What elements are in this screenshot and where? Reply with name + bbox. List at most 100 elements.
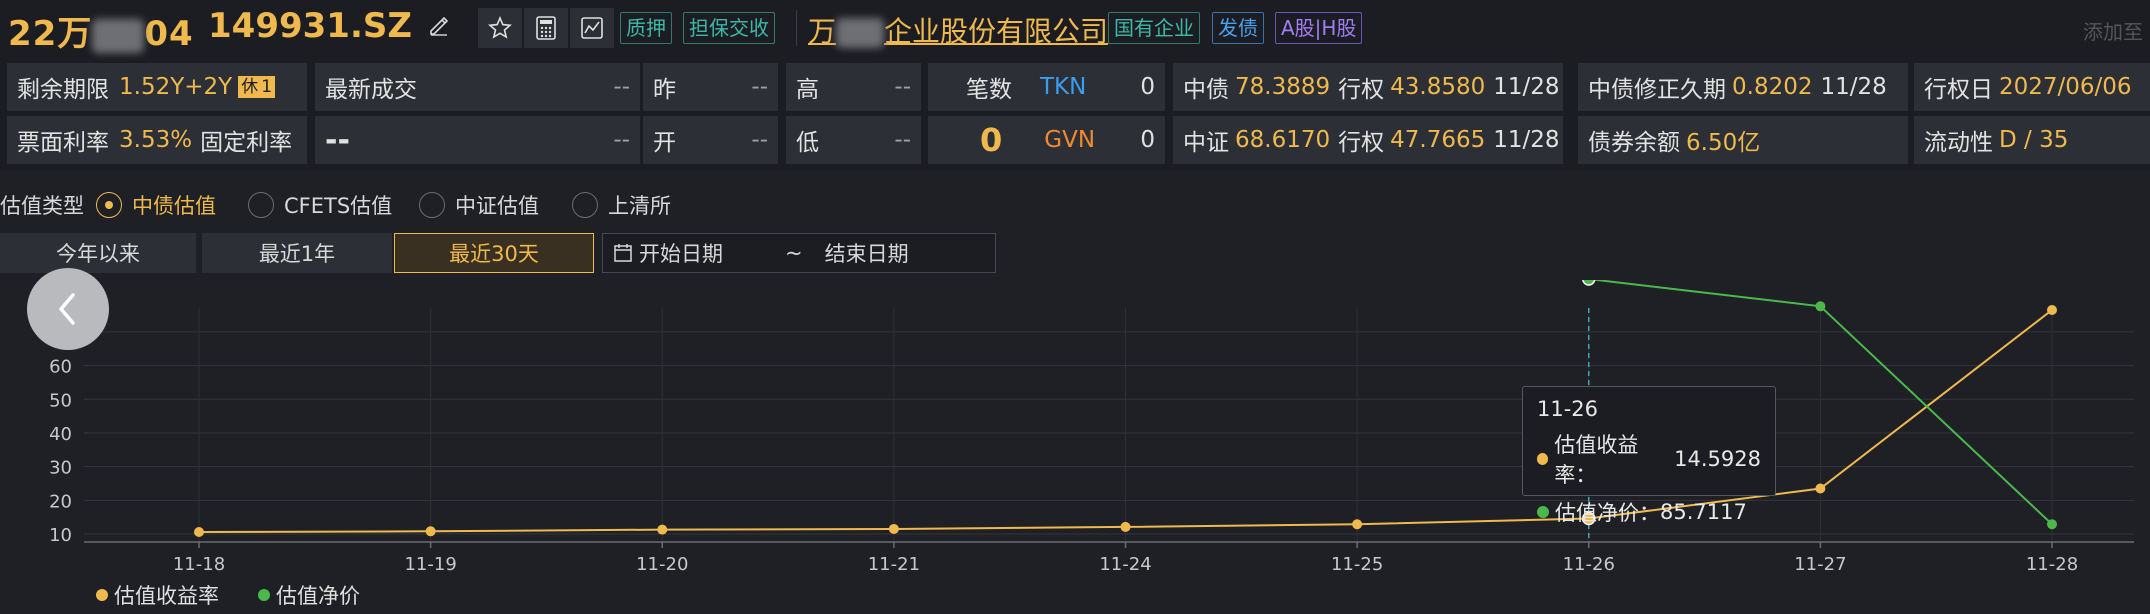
- bond-code: 22万 04: [8, 6, 194, 55]
- radio-shclearing-label: 上清所: [608, 194, 671, 218]
- tooltip-price-value: 85.7117: [1660, 500, 1747, 524]
- chinabond-label: 中债: [1183, 77, 1229, 103]
- tag-a-h-share: A股|H股: [1275, 12, 1363, 44]
- balance-label: 债券余额: [1588, 130, 1680, 156]
- series-point-0: [888, 523, 899, 534]
- last-change-value: --: [613, 127, 630, 153]
- top-bar: 22万 04 149931.SZ 质押 担保交收 万 企业股份有限公司 国有企业 发…: [0, 0, 2150, 54]
- remaining-term-label: 剩余期限: [17, 77, 109, 103]
- csi-value: 68.6170: [1235, 127, 1331, 153]
- company-name-suffix: 企业股份有限公司: [884, 15, 1109, 48]
- radio-empty-icon: [572, 192, 598, 218]
- legend-yield[interactable]: 估值收益率: [96, 580, 219, 610]
- csi-exercise-value: 47.7665: [1390, 127, 1486, 153]
- tooltip-date: 11-26: [1537, 397, 1599, 421]
- yield-dot-icon: [1537, 453, 1549, 465]
- series-point-0: [1815, 483, 1826, 494]
- date-separator: ~: [785, 241, 803, 265]
- range-1y-button[interactable]: 最近1年: [202, 233, 392, 273]
- tag-pledge: 质押: [620, 12, 672, 44]
- favorite-star-icon[interactable]: [478, 8, 522, 48]
- chinabond-valuation-cell: 中债 78.3889 行权 43.8580 11/28: [1173, 63, 1563, 111]
- last-price-cell: -- --: [315, 116, 640, 164]
- liquidity-label: 流动性: [1924, 130, 1993, 156]
- add-to-button[interactable]: 添加至: [2083, 16, 2143, 45]
- series-point-1: [1815, 301, 1826, 312]
- series-point-0: [425, 526, 436, 537]
- divider: [796, 10, 797, 46]
- series-point-0: [194, 526, 204, 537]
- prev-close-label: 昨: [653, 77, 676, 103]
- date-range-picker[interactable]: 开始日期 ~ 结束日期: [602, 233, 996, 273]
- chinabond-value: 78.3889: [1235, 74, 1331, 100]
- ticker-code: 149931.SZ: [208, 6, 412, 46]
- rest-badge-label: 休: [241, 77, 259, 97]
- tooltip-price-label: 估值净价：: [1555, 501, 1660, 525]
- chart-line-icon[interactable]: [570, 8, 614, 48]
- legend-price-icon: [258, 589, 270, 601]
- open-label: 开: [653, 130, 676, 156]
- radio-chinabond-label: 中债估值: [132, 194, 216, 218]
- radio-shclearing[interactable]: 上清所: [572, 190, 671, 220]
- series-point-1: [1582, 280, 1596, 286]
- valuation-chart: 1020304050607011-1811-1911-2011-2111-241…: [49, 280, 2134, 575]
- radio-cfets-label: CFETS估值: [284, 194, 393, 218]
- chinabond-exercise-value: 43.8580: [1390, 74, 1486, 100]
- exercise-date-cell: 行权日 2027/06/06: [1914, 63, 2150, 111]
- legend-price[interactable]: 估值净价: [258, 580, 360, 610]
- gvn-cell: 0 GVN 0: [928, 116, 1165, 164]
- duration-value: 0.8202: [1732, 74, 1813, 100]
- tooltip-yield-value: 14.5928: [1674, 447, 1761, 471]
- low-label: 低: [796, 130, 819, 156]
- tooltip-yield-label: 估值收益率：: [1554, 433, 1639, 487]
- radio-chinabond[interactable]: 中债估值: [96, 190, 216, 220]
- trade-count-label: 笔数: [966, 77, 1012, 103]
- y-tick-label: 30: [49, 458, 72, 479]
- gvn-label: GVN: [1044, 127, 1096, 153]
- x-tick-label: 11-25: [1331, 554, 1383, 575]
- bond-code-suffix: 04: [144, 14, 194, 54]
- x-tick-label: 11-28: [2026, 554, 2078, 575]
- csi-exercise-label: 行权: [1338, 130, 1385, 156]
- legend-yield-icon: [96, 589, 108, 601]
- y-tick-label: 20: [49, 491, 72, 512]
- series-point-0: [1352, 519, 1363, 530]
- series-point-0: [1120, 521, 1131, 532]
- x-tick-label: 11-21: [868, 554, 920, 575]
- radio-cfets[interactable]: CFETS估值: [248, 190, 392, 220]
- y-tick-label: 50: [49, 390, 72, 411]
- chinabond-date: 11/28: [1493, 74, 1560, 100]
- range-30d-button[interactable]: 最近30天: [394, 233, 594, 273]
- trade-count-cell: 笔数 TKN 0: [928, 63, 1165, 111]
- x-tick-label: 11-18: [173, 554, 225, 575]
- start-date-input[interactable]: 开始日期: [639, 238, 723, 268]
- duration-label: 中债修正久期: [1588, 77, 1726, 103]
- calculator-icon[interactable]: [524, 8, 568, 48]
- edit-icon[interactable]: [428, 14, 450, 36]
- radio-csi[interactable]: 中证估值: [419, 190, 539, 220]
- rest-badge: 休1: [238, 76, 276, 98]
- y-tick-label: 40: [49, 424, 72, 445]
- y-tick-label: 10: [49, 525, 72, 546]
- x-tick-label: 11-26: [1563, 554, 1615, 575]
- liquidity-cell: 流动性 D / 35: [1914, 116, 2150, 164]
- trade-count-value: 0: [980, 121, 1003, 159]
- x-tick-label: 11-27: [1794, 554, 1846, 575]
- back-button[interactable]: [27, 268, 109, 350]
- tkn-label: TKN: [1040, 74, 1087, 100]
- high-label: 高: [796, 77, 819, 103]
- range-ytd-button[interactable]: 今年以来: [0, 233, 196, 273]
- tag-state-owned: 国有企业: [1108, 12, 1200, 44]
- company-name-link[interactable]: 万 企业股份有限公司: [808, 10, 1108, 50]
- exercise-date-label: 行权日: [1924, 77, 1993, 103]
- x-tick-label: 11-24: [1099, 554, 1151, 575]
- liquidity-value: D / 35: [1999, 127, 2069, 153]
- csi-valuation-cell: 中证 68.6170 行权 47.7665 11/28: [1173, 116, 1563, 164]
- remaining-term-value: 1.52Y+2Y: [119, 74, 233, 100]
- redacted-block: [836, 18, 885, 48]
- end-date-input[interactable]: 结束日期: [825, 238, 909, 268]
- chevron-left-icon: [59, 293, 75, 325]
- last-trade-label: 最新成交: [325, 77, 417, 103]
- legend-price-label: 估值净价: [276, 584, 360, 608]
- modified-duration-cell: 中债修正久期 0.8202 11/28: [1578, 63, 1908, 111]
